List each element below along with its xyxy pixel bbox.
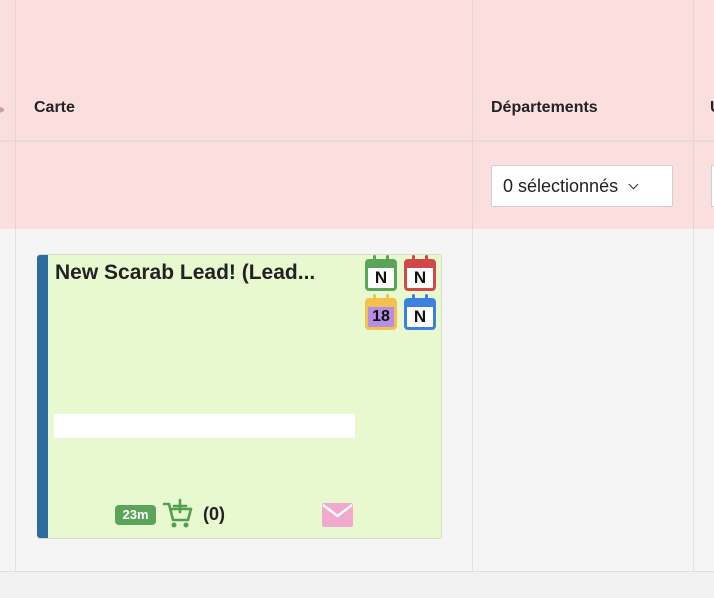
column-header-carte[interactable]: Carte (34, 99, 75, 117)
calendar-label: 18 (372, 308, 390, 325)
table-body-bottom-border (0, 571, 714, 572)
envelope-icon[interactable] (322, 503, 353, 527)
column-divider (693, 229, 694, 571)
calendar-icon[interactable]: N (404, 255, 436, 291)
calendar-icon[interactable]: N (404, 294, 436, 330)
sort-arrow-icon[interactable]: ▸ (0, 102, 4, 114)
cart-add-icon[interactable] (162, 498, 194, 530)
card-progress-bar (54, 414, 355, 438)
departements-filter-value: 0 sélectionnés (503, 175, 619, 196)
column-divider (693, 0, 694, 229)
cart-count: (0) (203, 504, 225, 524)
column-divider (472, 0, 473, 229)
departements-filter-select[interactable]: 0 sélectionnés (491, 165, 673, 207)
calendar-label: N (413, 307, 427, 326)
chevron-down-icon (628, 179, 639, 189)
column-header-departements[interactable]: Départements (491, 99, 598, 117)
card-accent-stripe (37, 255, 48, 538)
calendar-icon[interactable]: 18 (365, 294, 397, 330)
calendar-icon[interactable]: N (365, 255, 397, 291)
column-divider (15, 229, 16, 571)
column-divider (15, 0, 16, 229)
calendar-label: N (413, 268, 427, 287)
lead-card[interactable]: New Scarab Lead! (Lead... N N 18 N 23m (… (37, 254, 442, 539)
header-row-divider (0, 140, 714, 142)
column-header-next[interactable]: U (710, 99, 714, 117)
time-badge: 23m (115, 505, 156, 525)
column-divider (472, 229, 473, 571)
card-title[interactable]: New Scarab Lead! (Lead... (55, 261, 357, 285)
calendar-label: N (374, 268, 388, 287)
